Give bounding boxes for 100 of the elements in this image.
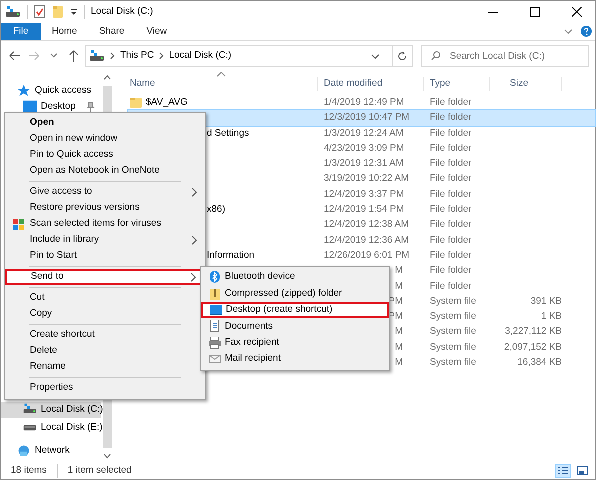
- date-cell: 4/23/2019 3:09 PM: [324, 142, 404, 154]
- nav-item[interactable]: Network: [1, 443, 101, 459]
- type-cell: File folder: [430, 265, 472, 276]
- refresh-icon: [397, 50, 408, 62]
- type-cell: File folder: [430, 280, 472, 292]
- file-row[interactable]: $AV_AVG 1/4/2019 12:49 PM File folder: [128, 95, 595, 110]
- maximize-icon: [530, 7, 540, 17]
- breadcrumb-link[interactable]: This PC: [120, 50, 154, 62]
- file-name[interactable]: d Settings: [207, 128, 250, 139]
- bluetooth-icon: [209, 271, 221, 284]
- column-header[interactable]: Size: [490, 77, 562, 91]
- network-icon: [17, 444, 31, 458]
- nav-item[interactable]: Local Disk (C:): [1, 402, 101, 418]
- details-view-button[interactable]: [555, 464, 571, 478]
- date-cell: M: [395, 265, 403, 276]
- type-cell: File folder: [430, 234, 472, 246]
- properties-icon[interactable]: [34, 5, 46, 19]
- folder-icon: [130, 98, 142, 108]
- zip-folder-icon: [209, 288, 221, 300]
- menu-item[interactable]: Open as Notebook in OneNote: [5, 163, 205, 179]
- date-cell: M: [395, 326, 403, 338]
- back-icon: [8, 50, 21, 62]
- scroll-down-icon: [104, 454, 111, 459]
- date-cell: 12/4/2019 1:54 PM: [324, 204, 404, 216]
- date-cell: 1/3/2019 12:31 AM: [324, 158, 404, 170]
- size-cell: 16,384 KB: [518, 357, 562, 368]
- chevron-down-icon[interactable]: [564, 27, 573, 36]
- date-cell: M: [395, 280, 403, 292]
- type-cell: System file: [430, 357, 476, 368]
- file-name[interactable]: $AV_AVG: [146, 96, 188, 108]
- date-cell: 3/19/2019 10:22 AM: [324, 173, 410, 184]
- size-cell: 3,227,112 KB: [505, 326, 562, 338]
- date-cell: M: [395, 342, 403, 353]
- up-arrow-icon: [68, 50, 80, 62]
- drive-icon: [5, 5, 21, 19]
- date-cell: 12/4/2019 12:36 AM: [324, 234, 410, 246]
- date-cell: M: [395, 357, 403, 368]
- column-header[interactable]: Name: [128, 77, 318, 91]
- date-cell: 1/3/2019 12:24 AM: [324, 128, 404, 139]
- type-cell: File folder: [430, 204, 472, 216]
- menu-item[interactable]: Scan selected items for viruses: [5, 216, 205, 232]
- nav-item[interactable]: Local Disk (E:): [1, 420, 101, 436]
- sort-caret-icon: [217, 72, 226, 77]
- type-cell: System file: [430, 342, 476, 353]
- date-cell: 1/4/2019 12:49 PM: [324, 96, 404, 108]
- menu-item[interactable]: Pin to Quick access: [5, 147, 205, 163]
- file-name[interactable]: x86): [207, 204, 226, 216]
- search-field[interactable]: Search Local Disk (C:): [420, 45, 589, 67]
- forward-icon: [28, 50, 40, 62]
- dropdown-icon[interactable]: [371, 52, 380, 60]
- type-cell: File folder: [430, 112, 472, 124]
- type-cell: File folder: [430, 142, 472, 154]
- selection-count: 1 item selected: [68, 465, 132, 477]
- item-count: 18 items: [11, 465, 47, 477]
- nav-item[interactable]: Quick access: [1, 83, 101, 99]
- refresh-button[interactable]: [393, 45, 413, 67]
- large-view-button[interactable]: [575, 464, 591, 478]
- date-cell: 12/4/2019 3:37 PM: [324, 188, 404, 200]
- envelope-icon: [209, 353, 221, 366]
- date-cell: 12/3/2019 10:47 PM: [324, 112, 410, 124]
- details-icon: [557, 466, 569, 476]
- date-cell: 12/26/2019 6:01 PM: [324, 250, 410, 261]
- desktop-icon: [210, 304, 222, 316]
- file-name[interactable]: Information: [207, 250, 255, 262]
- type-cell: File folder: [430, 158, 472, 170]
- size-cell: 2,097,152 KB: [504, 342, 562, 353]
- type-cell: File folder: [430, 96, 472, 108]
- menu-item[interactable]: Give access to: [5, 184, 205, 200]
- close-icon: [572, 7, 582, 17]
- document-icon: [209, 320, 221, 332]
- menu-item[interactable]: Open in new window: [5, 131, 205, 147]
- type-cell: File folder: [430, 219, 472, 230]
- window-title: Local Disk (C:): [91, 6, 154, 18]
- menu-item[interactable]: Pin to Start: [5, 248, 205, 264]
- type-cell: File folder: [430, 173, 472, 184]
- type-cell: System file: [430, 311, 476, 322]
- large-icons-icon: [577, 466, 589, 476]
- breadcrumb-link[interactable]: Local Disk (C:): [169, 50, 232, 62]
- column-header[interactable]: Date modified: [318, 77, 424, 91]
- type-cell: File folder: [430, 128, 472, 139]
- size-cell: 391 KB: [530, 296, 562, 307]
- date-cell: 12/4/2019 12:38 AM: [324, 219, 410, 230]
- menu-item[interactable]: Properties: [5, 380, 205, 396]
- help-icon[interactable]: [581, 26, 592, 37]
- ribbon-tab[interactable]: Share: [88, 23, 136, 40]
- size-cell: 1 KB: [541, 311, 562, 322]
- column-header[interactable]: Type: [424, 77, 490, 91]
- type-cell: File folder: [430, 250, 472, 261]
- ribbon-tab[interactable]: View: [136, 23, 178, 40]
- desktop-icon: [23, 100, 37, 114]
- menu-item[interactable]: Include in library: [5, 232, 205, 248]
- printer-icon: [209, 336, 221, 349]
- drive-icon: [89, 49, 106, 63]
- search-icon: [430, 51, 441, 61]
- menu-item[interactable]: Restore previous versions: [5, 200, 205, 216]
- ribbon-tab[interactable]: Home: [41, 23, 88, 40]
- chevron-right-icon: [159, 52, 164, 60]
- file-tab[interactable]: File: [1, 23, 41, 40]
- scroll-up-icon: [104, 75, 111, 80]
- type-cell: System file: [430, 326, 476, 338]
